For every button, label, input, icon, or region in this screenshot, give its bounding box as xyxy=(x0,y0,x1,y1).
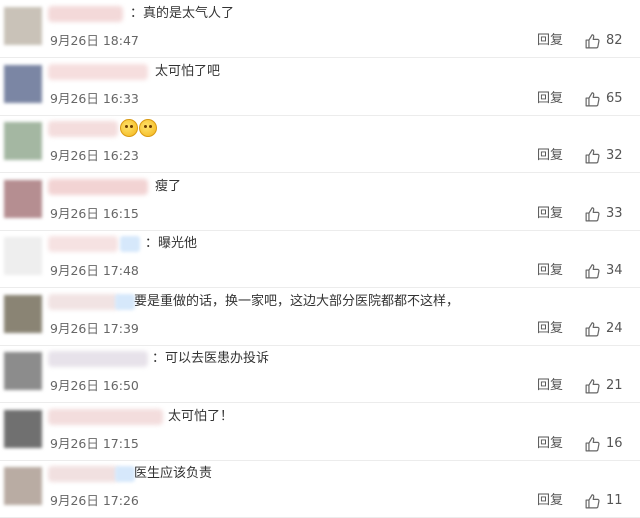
comment-row: 9月26日 16:23 回复 32 xyxy=(0,115,640,173)
reply-button[interactable]: 回复 xyxy=(537,492,563,510)
reply-button[interactable]: 回复 xyxy=(537,32,563,50)
username-blurred-tail xyxy=(120,236,140,252)
thumbs-up-icon xyxy=(584,493,601,510)
avatar[interactable] xyxy=(4,7,42,45)
avatar[interactable] xyxy=(4,122,42,160)
comment-time: 9月26日 17:48 xyxy=(50,263,139,278)
reply-button[interactable]: 回复 xyxy=(537,320,563,338)
like-button[interactable]: 82 xyxy=(584,32,623,50)
reply-button[interactable]: 回复 xyxy=(537,435,563,453)
comment-time: 9月26日 16:50 xyxy=(50,378,139,393)
like-count: 11 xyxy=(606,493,623,508)
reply-button[interactable]: 回复 xyxy=(537,205,563,223)
avatar[interactable] xyxy=(4,410,42,448)
thumbs-up-icon xyxy=(584,263,601,280)
thumbs-up-icon xyxy=(584,378,601,395)
comment-time: 9月26日 16:33 xyxy=(50,91,139,106)
like-count: 82 xyxy=(606,33,623,48)
comment-time: 9月26日 16:15 xyxy=(50,206,139,221)
comment-text: ：曝光他 xyxy=(145,236,198,251)
comment-row: ：曝光他 9月26日 17:48 回复 34 xyxy=(0,230,640,288)
like-button[interactable]: 21 xyxy=(584,377,623,395)
username-blurred[interactable] xyxy=(48,409,163,425)
crying-emoji-icon xyxy=(120,119,138,137)
like-count: 16 xyxy=(606,436,623,451)
like-count: 32 xyxy=(606,148,623,163)
like-button[interactable]: 65 xyxy=(584,90,623,108)
comment-text xyxy=(120,119,158,141)
avatar[interactable] xyxy=(4,180,42,218)
username-blurred[interactable] xyxy=(48,236,118,252)
like-button[interactable]: 24 xyxy=(584,320,623,338)
comment-text: ：可以去医患办投诉 xyxy=(152,351,270,366)
username-blurred[interactable] xyxy=(48,351,148,367)
comment-row: 瘦了 9月26日 16:15 回复 33 xyxy=(0,173,640,231)
reply-button[interactable]: 回复 xyxy=(537,262,563,280)
like-button[interactable]: 34 xyxy=(584,262,623,280)
comment-text: 太可怕了！ xyxy=(168,409,234,424)
thumbs-up-icon xyxy=(584,148,601,165)
like-button[interactable]: 33 xyxy=(584,205,623,223)
comment-text: ：真的是太气人了 xyxy=(130,6,235,21)
comment-row: ：可以去医患办投诉 9月26日 16:50 回复 21 xyxy=(0,345,640,403)
comment-time: 9月26日 16:23 xyxy=(50,148,139,163)
like-button[interactable]: 32 xyxy=(584,147,623,165)
like-count: 65 xyxy=(606,91,623,106)
avatar[interactable] xyxy=(4,295,42,333)
like-count: 34 xyxy=(606,263,623,278)
thumbs-up-icon xyxy=(584,321,601,338)
avatar[interactable] xyxy=(4,237,42,275)
comment-time: 9月26日 17:26 xyxy=(50,493,139,508)
reply-button[interactable]: 回复 xyxy=(537,147,563,165)
reply-button[interactable]: 回复 xyxy=(537,377,563,395)
username-blurred[interactable] xyxy=(48,466,118,482)
comment-row: ：真的是太气人了 9月26日 18:47 回复 82 xyxy=(0,0,640,58)
comment-text: 太可怕了吧 xyxy=(155,64,221,79)
thumbs-up-icon xyxy=(584,206,601,223)
comment-row: 太可怕了！ 9月26日 17:15 回复 16 xyxy=(0,403,640,461)
username-blurred[interactable] xyxy=(48,179,148,195)
like-button[interactable]: 16 xyxy=(584,435,623,453)
crying-emoji-icon xyxy=(139,119,157,137)
avatar[interactable] xyxy=(4,352,42,390)
comment-text: 要是重做的话，换一家吧，这边大部分医院都都不这样， xyxy=(134,294,460,309)
reply-button[interactable]: 回复 xyxy=(537,90,563,108)
like-button[interactable]: 11 xyxy=(584,492,623,510)
avatar[interactable] xyxy=(4,65,42,103)
comment-row: 太可怕了吧 9月26日 16:33 回复 65 xyxy=(0,58,640,116)
comment-text: 瘦了 xyxy=(155,179,182,194)
thumbs-up-icon xyxy=(584,33,601,50)
username-blurred[interactable] xyxy=(48,6,123,22)
comment-time: 9月26日 17:15 xyxy=(50,436,139,451)
username-blurred-tail xyxy=(115,294,135,310)
comment-list: ：真的是太气人了 9月26日 18:47 回复 82 太可怕了吧 9月26日 16:33 回… xyxy=(0,0,640,518)
username-blurred[interactable] xyxy=(48,64,148,80)
comment-time: 9月26日 17:39 xyxy=(50,321,139,336)
comment-row: 医生应该负责 9月26日 17:26 回复 11 xyxy=(0,460,640,518)
thumbs-up-icon xyxy=(584,436,601,453)
like-count: 24 xyxy=(606,321,623,336)
thumbs-up-icon xyxy=(584,91,601,108)
comment-text: 医生应该负责 xyxy=(134,466,213,481)
comment-time: 9月26日 18:47 xyxy=(50,33,139,48)
username-blurred[interactable] xyxy=(48,294,118,310)
username-blurred-tail xyxy=(115,466,135,482)
avatar[interactable] xyxy=(4,467,42,505)
like-count: 21 xyxy=(606,378,623,393)
username-blurred[interactable] xyxy=(48,121,118,137)
comment-row: 要是重做的话，换一家吧，这边大部分医院都都不这样， 9月26日 17:39 回复 24 xyxy=(0,288,640,346)
like-count: 33 xyxy=(606,206,623,221)
